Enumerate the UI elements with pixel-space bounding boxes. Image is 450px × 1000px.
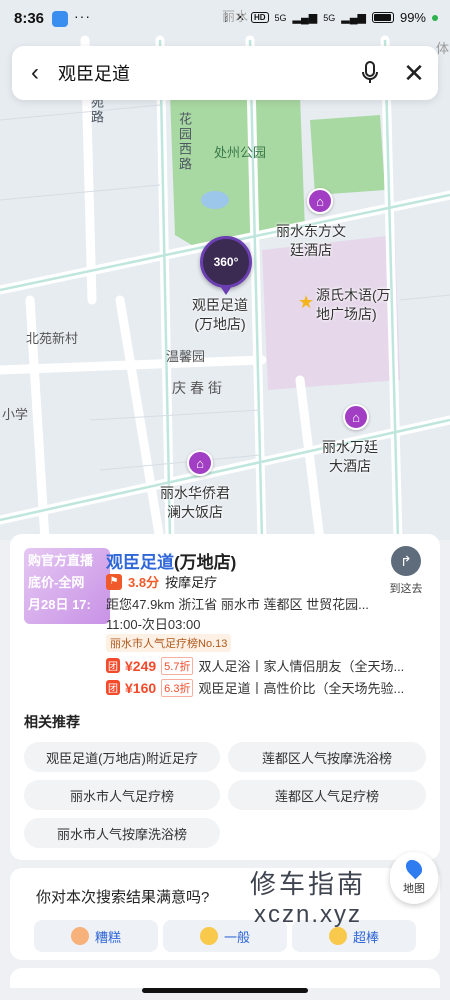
microphone-icon[interactable] [350,46,390,100]
status-time: 8:36 [14,10,45,27]
group-buy-icon: 团 [106,658,120,673]
happy-face-icon [328,927,347,945]
shop-name-highlight: 观臣足道 [106,553,174,572]
pin-tip [220,286,232,295]
area-label: 温馨园 [166,349,206,364]
poi-label[interactable]: 丽水万廷 大酒店 [322,438,378,476]
rating-score: 3.8分 [128,575,160,590]
signal-icon: ▂▄▆ [341,12,366,24]
selected-poi-label[interactable]: 观臣足道 (万地店) [192,296,248,334]
rating-bad-label: 糟糕 [94,929,121,945]
network-label: 5G [323,12,336,23]
watermark: 修车指南 xczn.xyz [250,864,366,929]
network-label: 5G [274,12,287,23]
close-icon[interactable]: ✕ [390,46,438,100]
shop-name-suffix: (万地店) [174,553,237,572]
shop-address: 距您47.9km 浙江省 丽水市 莲都区 世贸花园... [106,597,369,612]
thumb-text: 月28日 17: [28,597,91,612]
recommend-chip[interactable]: 莲都区人气足疗榜 [228,780,426,810]
thumb-text: 购官方直播 [28,553,94,568]
next-card-edge [10,968,440,988]
deal-description: 观臣足道丨高性价比（全天场先验... [198,681,405,696]
poi-label[interactable]: 丽水东方文 廷酒店 [276,222,346,260]
road-label: 花园西路 [177,112,192,172]
group-buy-icon: 团 [106,680,120,695]
result-card[interactable]: 购官方直播 底价-全网 月28日 17: 观臣足道(万地店) ⚑ 3.8分 按摩… [10,534,440,860]
recommend-title: 相关推荐 [24,714,80,730]
shop-category: 按摩足疗 [165,575,218,590]
deal-price: ¥160 [125,679,157,696]
battery-icon [371,12,394,23]
area-label: 北苑新村 [26,331,79,346]
road-label: 庆春街 [172,380,226,396]
rank-badge[interactable]: 丽水市人气足疗榜No.13 [106,634,232,652]
business-hours: 11:00-次日03:00 [106,617,201,632]
hotel-icon[interactable]: ⌂ [187,450,213,476]
signal-icon: ▂▄▆ [292,12,318,24]
recommend-chip[interactable]: 丽水市人气足疗榜 [24,780,220,810]
hotel-icon[interactable]: ⌂ [343,404,369,430]
thumb-text: 底价-全网 [28,575,85,590]
rating-great-label: 超棒 [352,929,379,945]
app-notification-icon [52,11,68,27]
more-notifications-icon: ··· [74,8,91,24]
route-icon: ↱ [391,546,421,576]
deal-description: 双人足浴丨家人情侣朋友（全天场... [198,659,405,674]
shop-thumbnail[interactable]: 购官方直播 底价-全网 月28日 17: [24,548,110,624]
navigate-button[interactable]: ↱ 到这去 [384,546,428,596]
back-icon[interactable]: ‹ [12,46,58,100]
rating-ok-label: 一般 [223,929,250,945]
star-icon[interactable]: ★ [298,292,314,313]
search-bar[interactable]: ‹ 观臣足道 ✕ [12,46,438,100]
recommend-chip[interactable]: 丽水市人气按摩洗浴榜 [24,818,220,848]
watermark-cn: 修车指南 [250,869,367,899]
hd-icon: HD [250,12,269,23]
deal-discount: 5.7折 [161,656,194,675]
panorama-360-icon[interactable]: 360° [200,236,252,288]
deal-price: ¥249 [125,657,157,674]
deal-row[interactable]: 团 ¥249 5.7折 双人足浴丨家人情侣朋友（全天场... [106,656,404,675]
area-label: 小学 [2,407,29,422]
recommend-chip[interactable]: 莲都区人气按摩洗浴榜 [228,742,426,772]
deal-discount: 6.3折 [161,678,194,697]
rating-bad-button[interactable]: 糟糕 [34,920,158,952]
battery-percent: 99% [399,10,426,25]
home-indicator[interactable] [142,988,308,993]
search-input[interactable]: 观臣足道 [58,60,350,86]
poi-label[interactable]: 丽水华侨君 澜大饭店 [160,484,230,522]
map-pin-icon [402,856,426,880]
navigate-label: 到这去 [389,583,423,595]
deal-row[interactable]: 团 ¥160 6.3折 观臣足道丨高性价比（全天场先验... [106,678,404,697]
map-toggle-label: 地图 [403,883,425,895]
charging-icon [432,14,438,21]
map-toggle-button[interactable]: 地图 [390,852,438,904]
sad-face-icon [70,927,89,945]
survey-card: 你对本次搜索结果满意吗? 糟糕 一般 超棒 [10,868,440,960]
hotel-icon[interactable]: ⌂ [307,188,333,214]
recommend-chip[interactable]: 观臣足道(万地店)附近足疗 [24,742,220,772]
survey-question: 你对本次搜索结果满意吗? [36,889,210,906]
park-label: 处州公园 [214,145,267,160]
watermark-en: xczn.xyz [254,901,363,928]
shop-name[interactable]: 观臣足道(万地店) [106,548,236,573]
neutral-face-icon [199,927,218,945]
rating-row: ⚑ 3.8分 按摩足疗 [106,572,217,591]
rating-icon: ⚑ [106,573,122,590]
poi-label[interactable]: 源氏木语(万 地广场店) [316,286,391,324]
map-edge-label: 丽水 [222,9,249,24]
